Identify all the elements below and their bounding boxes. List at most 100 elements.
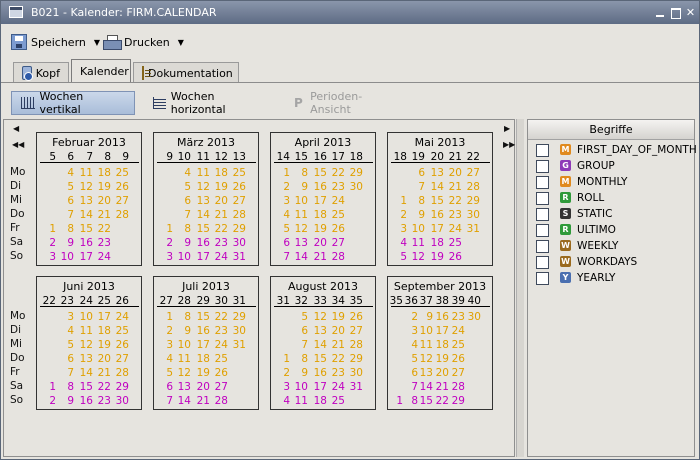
calendar-day[interactable]: 14: [177, 395, 191, 407]
calendar-day[interactable]: 24: [331, 381, 345, 393]
calendar-day[interactable]: 8: [177, 311, 191, 323]
begriff-item[interactable]: M MONTHLY: [528, 174, 694, 190]
calendar-day[interactable]: 16: [79, 237, 93, 249]
calendar-day[interactable]: 21: [97, 367, 111, 379]
prev-year-icon[interactable]: ◀◀: [12, 140, 24, 150]
calendar-day[interactable]: 14: [79, 209, 93, 221]
calendar-day[interactable]: 22: [214, 223, 228, 235]
calendar-day[interactable]: 21: [448, 181, 462, 193]
calendar-day[interactable]: 30: [467, 311, 481, 323]
calendar-day[interactable]: 28: [451, 381, 465, 393]
calendar-day[interactable]: 19: [331, 311, 345, 323]
calendar-day[interactable]: 12: [79, 181, 93, 193]
calendar-day[interactable]: 8: [177, 223, 191, 235]
calendar-day[interactable]: 19: [214, 181, 228, 193]
calendar-day[interactable]: 29: [115, 381, 129, 393]
calendar-day[interactable]: 25: [331, 209, 345, 221]
calendar-day[interactable]: 17: [79, 251, 93, 263]
calendar-day[interactable]: 26: [448, 251, 462, 263]
minimize-icon[interactable]: [653, 5, 668, 20]
calendar-day[interactable]: 1: [159, 311, 173, 323]
calendar-day[interactable]: 3: [159, 339, 173, 351]
calendar-day[interactable]: 22: [97, 223, 111, 235]
calendar-day[interactable]: 6: [294, 325, 308, 337]
calendar-day[interactable]: 3: [276, 381, 290, 393]
calendar-day[interactable]: 2: [276, 181, 290, 193]
calendar-day[interactable]: 23: [214, 237, 228, 249]
calendar-day[interactable]: 4: [404, 339, 418, 351]
title-bar[interactable]: B021 - Kalender: FIRM.CALENDAR ✕: [1, 1, 699, 24]
calendar-day[interactable]: 20: [448, 167, 462, 179]
next-month-icon[interactable]: ▶: [504, 124, 510, 134]
calendar-day[interactable]: 14: [419, 381, 433, 393]
weeks-horizontal-button[interactable]: Wochen horizontal: [144, 90, 272, 116]
calendar-day[interactable]: 1: [276, 353, 290, 365]
calendar-day[interactable]: 23: [448, 209, 462, 221]
calendar-day[interactable]: 14: [313, 339, 327, 351]
calendar-day[interactable]: 18: [313, 395, 327, 407]
calendar-day[interactable]: 27: [349, 325, 363, 337]
calendar-day[interactable]: 12: [79, 339, 93, 351]
calendar-day[interactable]: 21: [214, 209, 228, 221]
calendar-day[interactable]: 27: [466, 167, 480, 179]
calendar-day[interactable]: 6: [177, 195, 191, 207]
close-icon[interactable]: ✕: [683, 5, 698, 20]
weeks-vertical-button[interactable]: Wochen vertikal: [11, 90, 135, 116]
calendar-day[interactable]: 13: [313, 325, 327, 337]
begriff-checkbox[interactable]: [536, 256, 549, 269]
calendar-day[interactable]: 31: [232, 339, 246, 351]
calendar-day[interactable]: 31: [466, 223, 480, 235]
begriff-item[interactable]: R ROLL: [528, 190, 694, 206]
calendar-day[interactable]: 25: [115, 325, 129, 337]
calendar-day[interactable]: 5: [404, 353, 418, 365]
calendar-day[interactable]: 27: [331, 237, 345, 249]
calendar-day[interactable]: 6: [411, 167, 425, 179]
calendar-day[interactable]: 26: [331, 223, 345, 235]
calendar-day[interactable]: 20: [196, 381, 210, 393]
begriff-checkbox[interactable]: [536, 160, 549, 173]
calendar-day[interactable]: 3: [159, 251, 173, 263]
calendar-day[interactable]: 20: [214, 195, 228, 207]
calendar-day[interactable]: 30: [232, 237, 246, 249]
calendar-day[interactable]: 26: [451, 353, 465, 365]
calendar-day[interactable]: 11: [419, 339, 433, 351]
next-year-icon[interactable]: ▶▶: [503, 140, 515, 150]
calendar-day[interactable]: 22: [331, 167, 345, 179]
calendar-day[interactable]: 25: [232, 167, 246, 179]
calendar-day[interactable]: 14: [430, 181, 444, 193]
tab-kopf[interactable]: Kopf: [13, 62, 69, 83]
calendar-day[interactable]: 29: [349, 167, 363, 179]
calendar-day[interactable]: 25: [451, 339, 465, 351]
calendar-day[interactable]: 5: [159, 367, 173, 379]
calendar-day[interactable]: 27: [115, 353, 129, 365]
calendar-day[interactable]: 18: [435, 339, 449, 351]
calendar-day[interactable]: 6: [60, 195, 74, 207]
calendar-day[interactable]: 12: [419, 353, 433, 365]
calendar-day[interactable]: 11: [294, 209, 308, 221]
calendar-day[interactable]: 31: [349, 381, 363, 393]
calendar-day[interactable]: 7: [276, 251, 290, 263]
begriff-checkbox[interactable]: [536, 272, 549, 285]
calendar-day[interactable]: 2: [42, 395, 56, 407]
calendar-day[interactable]: 12: [411, 251, 425, 263]
calendar-day[interactable]: 2: [276, 367, 290, 379]
calendar-day[interactable]: 11: [294, 395, 308, 407]
calendar-day[interactable]: 27: [232, 195, 246, 207]
calendar-day[interactable]: 12: [196, 181, 210, 193]
calendar-day[interactable]: 27: [115, 195, 129, 207]
calendar-day[interactable]: 2: [404, 311, 418, 323]
calendar-day[interactable]: 22: [435, 395, 449, 407]
calendar-day[interactable]: 2: [159, 325, 173, 337]
calendar-day[interactable]: 11: [411, 237, 425, 249]
calendar-day[interactable]: 16: [430, 209, 444, 221]
calendar-day[interactable]: 16: [435, 311, 449, 323]
calendar-day[interactable]: 28: [331, 251, 345, 263]
calendar-day[interactable]: 11: [177, 353, 191, 365]
begriff-item[interactable]: G GROUP: [528, 158, 694, 174]
calendar-day[interactable]: 23: [97, 395, 111, 407]
calendar-day[interactable]: 15: [196, 223, 210, 235]
prev-month-icon[interactable]: ◀: [13, 124, 19, 134]
calendar-day[interactable]: 28: [115, 209, 129, 221]
calendar-day[interactable]: 26: [115, 339, 129, 351]
calendar-day[interactable]: 9: [177, 237, 191, 249]
